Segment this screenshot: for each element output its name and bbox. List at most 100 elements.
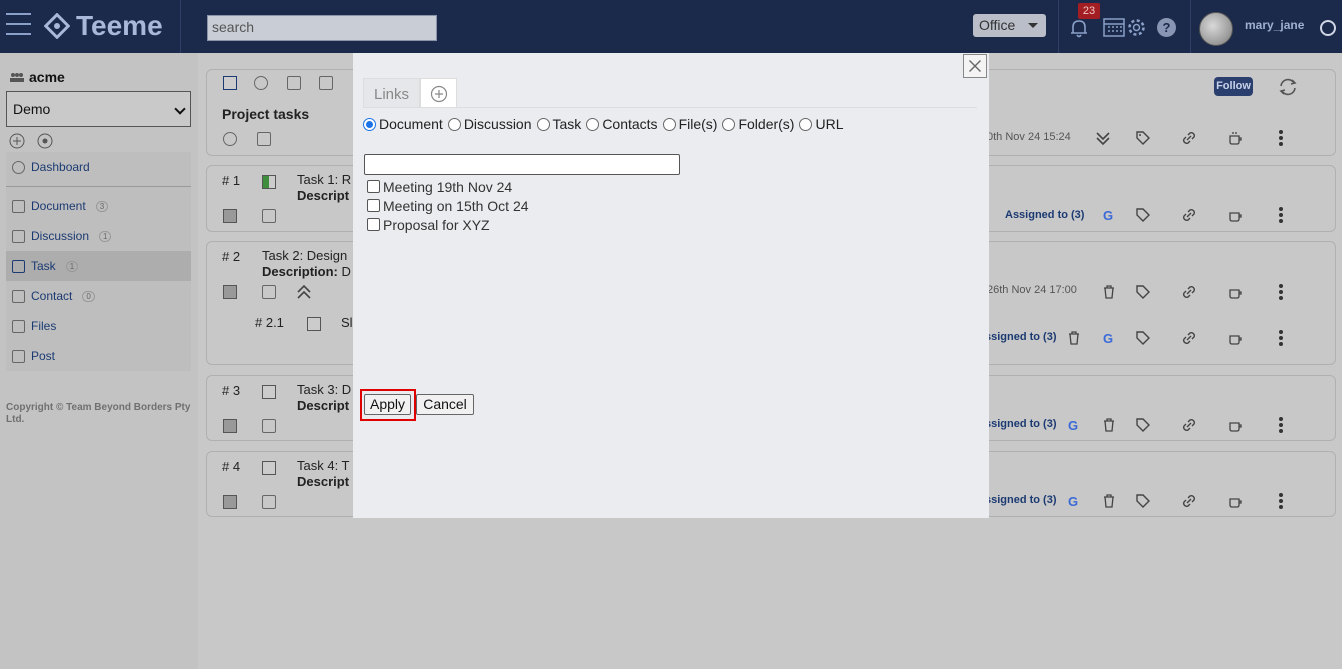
radio-button-selected[interactable] <box>363 117 376 131</box>
edit-icon[interactable] <box>262 419 276 433</box>
radio-url[interactable]: URL <box>799 116 843 132</box>
link-icon[interactable] <box>1181 330 1197 346</box>
list-item[interactable]: Proposal for XYZ <box>367 215 529 234</box>
trash-icon[interactable] <box>1101 417 1117 433</box>
calendar-icon[interactable] <box>287 76 301 90</box>
space-select[interactable]: Demo <box>6 91 191 127</box>
link-icon[interactable] <box>1181 284 1197 300</box>
trash-icon[interactable] <box>1101 493 1117 509</box>
option-checkbox[interactable] <box>367 218 380 231</box>
collapse-all-icon[interactable] <box>1095 130 1111 146</box>
link-icon[interactable] <box>1181 130 1197 146</box>
list-item[interactable]: Meeting on 15th Oct 24 <box>367 196 529 215</box>
checkbox-icon[interactable] <box>223 209 237 223</box>
tab-add[interactable] <box>420 78 458 108</box>
tag-icon[interactable] <box>1135 330 1151 346</box>
coffee-icon[interactable] <box>1227 284 1243 300</box>
task-checkbox[interactable] <box>262 461 276 475</box>
refresh-icon[interactable] <box>1277 77 1299 97</box>
radio-button[interactable] <box>662 117 676 131</box>
sidebar-item-discussion[interactable]: Discussion 1 <box>6 221 191 251</box>
edit-icon[interactable] <box>262 285 276 299</box>
more-options-icon[interactable] <box>1279 493 1283 509</box>
edit-icon[interactable] <box>262 209 276 223</box>
sidebar-item-contact[interactable]: Contact 0 <box>6 281 191 311</box>
google-icon[interactable]: G <box>1066 493 1082 509</box>
link-icon[interactable] <box>1181 417 1197 433</box>
help-icon[interactable]: ? <box>1157 18 1176 37</box>
coffee-icon[interactable] <box>1227 130 1243 146</box>
subtask-checkbox[interactable] <box>307 317 321 331</box>
more-options-icon[interactable] <box>1279 130 1283 146</box>
org-name[interactable]: acme <box>10 69 65 85</box>
gear-icon[interactable] <box>1126 17 1147 38</box>
user-avatar[interactable] <box>1199 12 1233 46</box>
calendar-icon[interactable] <box>1103 17 1125 37</box>
checkbox-icon[interactable] <box>223 495 237 509</box>
more-options-icon[interactable] <box>1279 330 1283 346</box>
more-options-icon[interactable] <box>1279 417 1283 433</box>
google-icon[interactable]: G <box>1066 417 1082 433</box>
radio-button[interactable] <box>799 117 813 131</box>
status-icon[interactable] <box>262 175 276 189</box>
task-view-icon[interactable] <box>223 76 237 90</box>
link-filter-input[interactable] <box>364 154 680 175</box>
coffee-icon[interactable] <box>1227 493 1243 509</box>
radio-button[interactable] <box>586 117 600 131</box>
eye-icon[interactable] <box>37 133 53 149</box>
assigned-to[interactable]: ssigned to (3) <box>985 494 1057 506</box>
space-dropdown[interactable]: Office <box>973 14 1046 37</box>
tag-icon[interactable] <box>1135 417 1151 433</box>
follow-button[interactable]: Follow <box>1214 77 1253 96</box>
apply-button[interactable]: Apply <box>364 394 411 415</box>
tab-links[interactable]: Links <box>363 78 421 108</box>
radio-discussion[interactable]: Discussion <box>447 116 532 132</box>
coffee-icon[interactable] <box>1227 417 1243 433</box>
google-icon[interactable]: G <box>1101 330 1117 346</box>
sidebar-item-task[interactable]: Task 1 <box>6 251 191 281</box>
trash-icon[interactable] <box>1101 284 1117 300</box>
assigned-to[interactable]: ssigned to (3) <box>985 331 1057 343</box>
radio-button[interactable] <box>447 117 461 131</box>
clock-icon[interactable] <box>254 76 268 90</box>
radio-document[interactable]: Document <box>363 116 443 132</box>
trash-icon[interactable] <box>1066 330 1082 346</box>
google-icon[interactable]: G <box>1101 207 1117 223</box>
app-logo[interactable]: Teeme <box>44 10 163 42</box>
tag-icon[interactable] <box>1135 284 1151 300</box>
task-checkbox[interactable] <box>262 385 276 399</box>
link-icon[interactable] <box>1181 207 1197 223</box>
username-label[interactable]: mary_jane <box>1245 18 1304 32</box>
cancel-button[interactable]: Cancel <box>416 394 474 415</box>
sidebar-item-dashboard[interactable]: Dashboard <box>6 152 191 182</box>
add-task-icon[interactable] <box>223 132 237 146</box>
add-icon[interactable] <box>9 133 25 149</box>
assigned-to[interactable]: ssigned to (3) <box>985 418 1057 430</box>
assigned-to[interactable]: Assigned to (3) <box>1005 209 1084 221</box>
list-item[interactable]: Meeting 19th Nov 24 <box>367 177 529 196</box>
radio-folders[interactable]: Folder(s) <box>722 116 794 132</box>
sidebar-item-files[interactable]: Files <box>6 311 191 341</box>
logout-icon[interactable] <box>1320 20 1336 36</box>
checkbox-icon[interactable] <box>223 419 237 433</box>
radio-files[interactable]: File(s) <box>662 116 717 132</box>
option-checkbox[interactable] <box>367 180 380 193</box>
radio-contacts[interactable]: Contacts <box>586 116 658 132</box>
bell-icon[interactable] <box>1068 17 1090 39</box>
coffee-icon[interactable] <box>1227 330 1243 346</box>
expand-up-icon[interactable] <box>296 284 312 300</box>
link-icon[interactable] <box>1181 493 1197 509</box>
checkbox-icon[interactable] <box>223 285 237 299</box>
more-options-icon[interactable] <box>1279 284 1283 300</box>
tag-icon[interactable] <box>1135 130 1151 146</box>
sidebar-item-post[interactable]: Post <box>6 341 191 371</box>
hamburger-menu-icon[interactable] <box>6 13 31 37</box>
tag-icon[interactable] <box>1135 493 1151 509</box>
option-checkbox[interactable] <box>367 199 380 212</box>
coffee-icon[interactable] <box>1227 207 1243 223</box>
tag-icon[interactable] <box>1135 207 1151 223</box>
close-icon[interactable] <box>963 54 987 78</box>
radio-button[interactable] <box>722 117 736 131</box>
search-input[interactable]: search <box>207 15 437 41</box>
edit-icon[interactable] <box>262 495 276 509</box>
